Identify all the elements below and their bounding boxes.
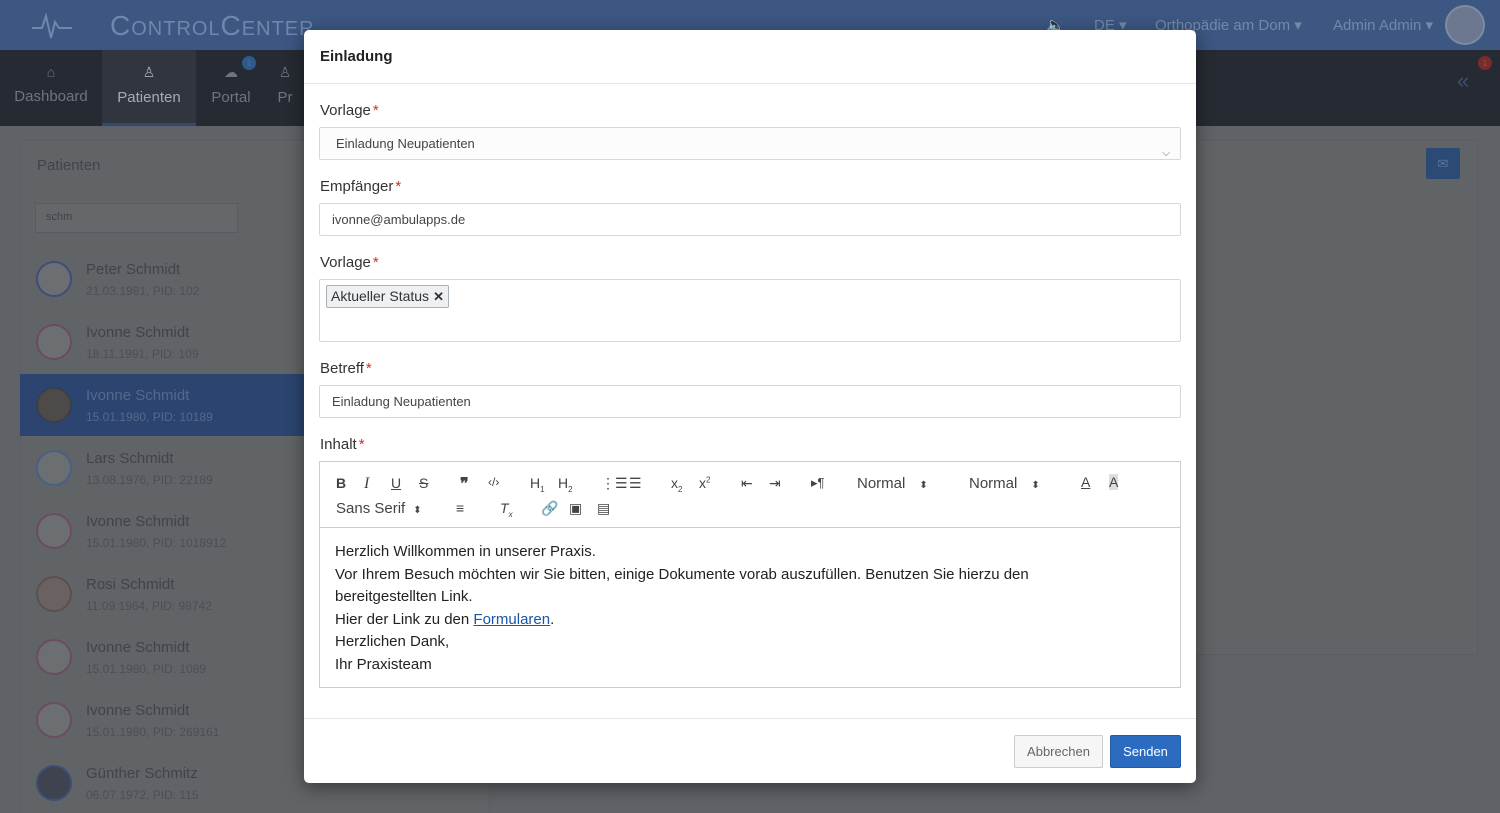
blockquote-icon[interactable]: ❞ [460, 474, 469, 494]
list-item[interactable]: Ivonne Schmidt 15.01.1980, PID: 1089 [20, 626, 320, 688]
background-color-icon[interactable]: A [1109, 474, 1119, 490]
tag-chip: Aktueller Status ✕ [326, 285, 449, 308]
avatar [36, 765, 72, 801]
pulse-logo-icon [32, 12, 72, 39]
avatar [36, 261, 72, 297]
avatar [36, 639, 72, 675]
list-item[interactable]: Günther Schmitz 06.07.1972, PID: 115 [20, 752, 320, 813]
send-button[interactable]: Senden [1110, 735, 1181, 768]
code-block-icon[interactable]: ‹/› [488, 475, 499, 489]
list-item[interactable]: Ivonne Schmidt 18.11.1991, PID: 109 [20, 311, 320, 373]
remove-tag-icon[interactable]: ✕ [433, 289, 444, 304]
brand-name: ControlCenter [110, 10, 315, 41]
chevron-updown-icon: ⬍ [413, 505, 422, 516]
portal-badge: 1 [242, 56, 256, 70]
bold-icon[interactable]: B [336, 475, 346, 491]
avatar [36, 450, 72, 486]
underline-icon[interactable]: U [391, 475, 401, 491]
user-menu[interactable]: Admin Admin ▾ [1333, 16, 1433, 34]
subject-input[interactable]: Einladung Neupatienten [319, 385, 1181, 418]
avatar [36, 513, 72, 549]
indent-icon[interactable]: ⇥ [769, 475, 781, 492]
content-label: Inhalt * [320, 436, 365, 453]
collapse-icon[interactable]: « [1457, 68, 1469, 94]
chevron-updown-icon: ⬍ [1031, 480, 1040, 491]
cancel-button[interactable]: Abbrechen [1014, 735, 1103, 768]
text-direction-icon[interactable]: ▸¶ [811, 475, 825, 491]
subject-label: Betreff * [320, 360, 372, 377]
avatar [36, 387, 72, 423]
recipient-input[interactable]: ivonne@ambulapps.de [319, 203, 1181, 236]
avatar [36, 702, 72, 738]
patient-search-input[interactable]: schm [35, 203, 238, 233]
avatar [36, 324, 72, 360]
superscript-icon[interactable]: x2 [699, 475, 710, 491]
align-left-icon[interactable]: ≡ [456, 500, 464, 516]
bullet-list-icon[interactable]: ☰ [629, 475, 642, 492]
video-icon[interactable]: ▤ [597, 500, 610, 517]
invitation-modal: Einladung Vorlage * Einladung Neupatiente… [304, 30, 1196, 783]
rich-text-editor: B I U S ❞ ‹/› H1 H2 ⋮☰ ☰ x2 x2 ⇤ ⇥ ▸¶ No… [319, 461, 1181, 688]
chevron-down-icon: ⌵ [1162, 148, 1170, 159]
modal-title: Einladung [320, 48, 393, 65]
italic-icon[interactable]: I [364, 475, 369, 493]
heading2-icon[interactable]: H2 [558, 475, 573, 494]
editor-content[interactable]: Herzlich Willkommen in unserer Praxis. V… [335, 541, 1095, 676]
list-item[interactable]: Rosi Schmidt 11.09.1964, PID: 98742 [20, 563, 320, 625]
list-item[interactable]: Ivonne Schmidt 15.01.1980, PID: 10189 [20, 374, 320, 436]
template2-label: Vorlage * [320, 254, 379, 271]
clear-format-icon[interactable]: Tx [500, 500, 513, 519]
notification-badge[interactable]: 1 [1478, 56, 1492, 70]
template-tag-input[interactable]: Aktueller Status ✕ [319, 279, 1181, 342]
strikethrough-icon[interactable]: S [419, 475, 428, 491]
font-picker[interactable]: Sans Serif ⬍ [336, 500, 422, 517]
list-item[interactable]: Ivonne Schmidt 15.01.1980, PID: 1018912 [20, 500, 320, 562]
size-picker-2[interactable]: Normal ⬍ [969, 475, 1040, 492]
subscript-icon[interactable]: x2 [671, 475, 682, 494]
template-select[interactable]: Einladung Neupatienten ⌵ [319, 127, 1181, 160]
user-icon: ♙ [278, 64, 292, 80]
link-icon[interactable]: 🔗 [541, 500, 558, 517]
tab-profile[interactable]: ♙ Pr [266, 50, 304, 126]
recipient-label: Empfänger * [320, 178, 402, 195]
list-item[interactable]: Peter Schmidt 21.03.1981, PID: 102 [20, 248, 320, 310]
home-icon: ⌂ [46, 64, 56, 80]
ordered-list-icon[interactable]: ⋮☰ [601, 475, 628, 492]
cloud-icon: ☁ [224, 64, 238, 80]
patients-panel-title: Patienten [37, 157, 101, 174]
image-icon[interactable]: ▣ [569, 500, 582, 517]
size-picker-1[interactable]: Normal ⬍ [857, 475, 928, 492]
avatar [36, 576, 72, 612]
outdent-icon[interactable]: ⇤ [741, 475, 753, 492]
envelope-icon: ✉ [1437, 156, 1449, 171]
forms-link[interactable]: Formularen [473, 611, 550, 628]
heading1-icon[interactable]: H1 [530, 475, 545, 494]
user-icon: ♙ [142, 64, 156, 80]
template-label: Vorlage * [320, 102, 379, 119]
mail-button[interactable]: ✉ [1426, 148, 1460, 179]
modal-footer: Abbrechen Senden [304, 718, 1196, 783]
list-item[interactable]: Ivonne Schmidt 15.01.1980, PID: 269161 [20, 689, 320, 751]
text-color-icon[interactable]: A [1081, 474, 1090, 490]
avatar[interactable] [1445, 5, 1485, 45]
tab-patienten[interactable]: ♙ Patienten [102, 50, 196, 126]
tab-portal[interactable]: ☁ Portal 1 [196, 50, 266, 126]
list-item[interactable]: Lars Schmidt 13.08.1976, PID: 22189 [20, 437, 320, 499]
details-panel [1188, 140, 1478, 655]
editor-toolbar: B I U S ❞ ‹/› H1 H2 ⋮☰ ☰ x2 x2 ⇤ ⇥ ▸¶ No… [320, 462, 1180, 528]
chevron-updown-icon: ⬍ [919, 480, 928, 491]
modal-header: Einladung [304, 30, 1196, 84]
tab-dashboard[interactable]: ⌂ Dashboard [0, 50, 102, 126]
